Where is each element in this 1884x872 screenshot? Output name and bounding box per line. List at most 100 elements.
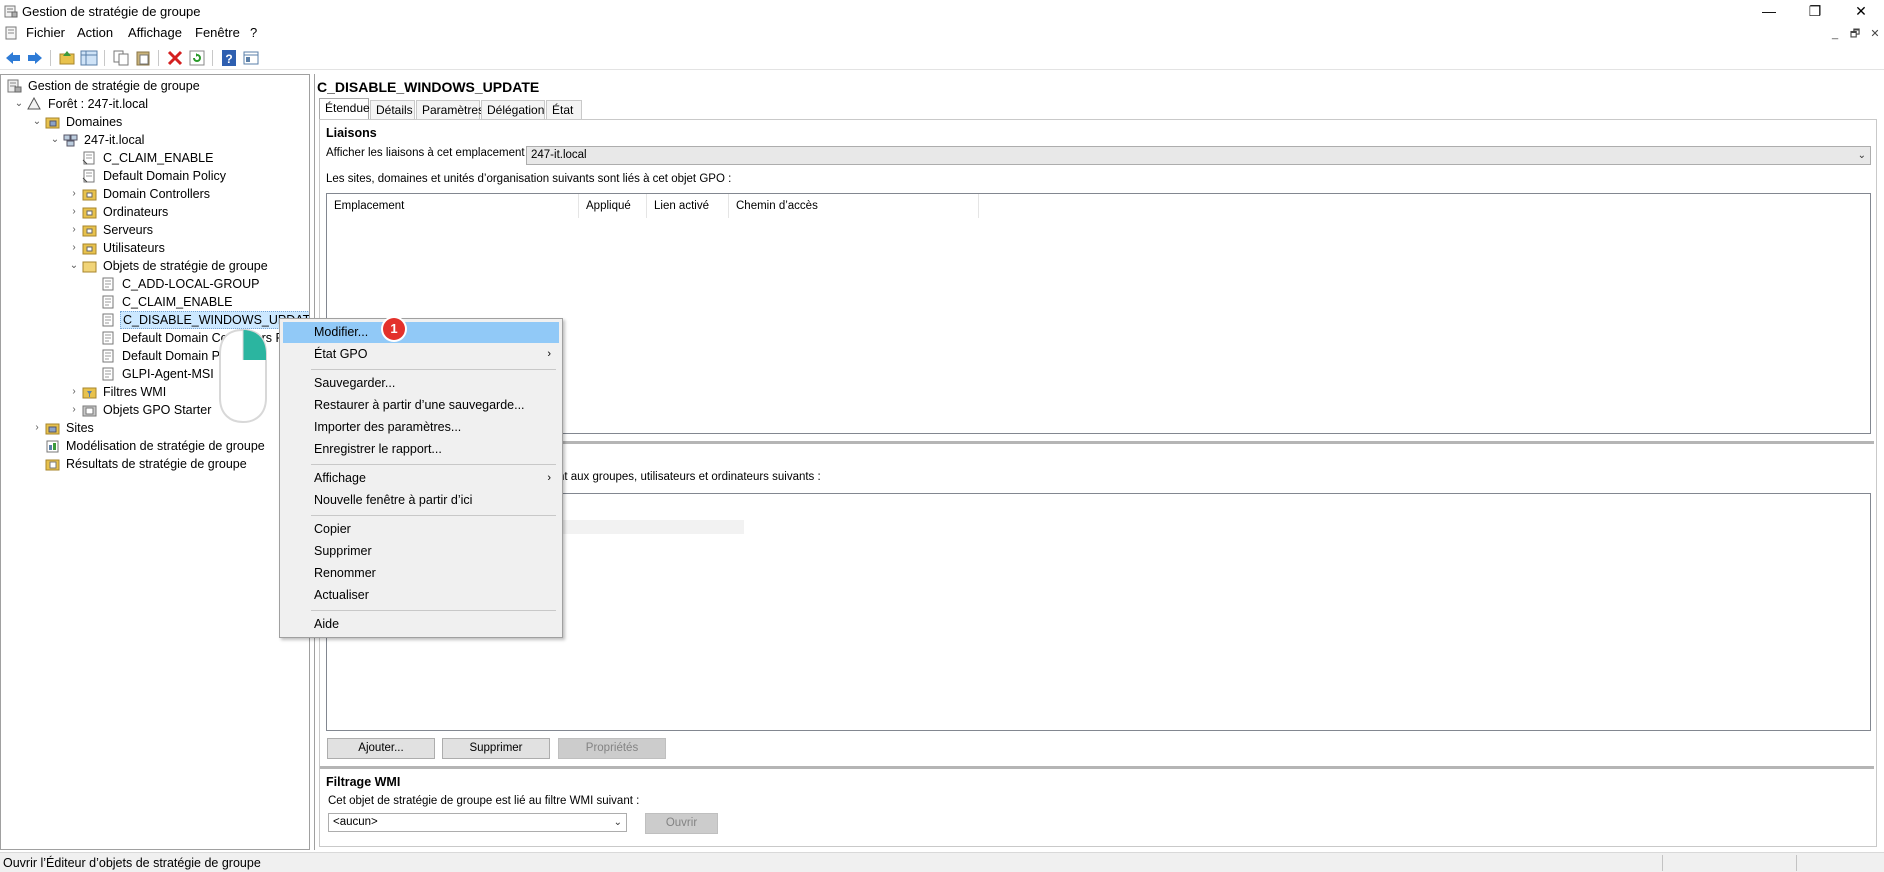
- context-menu-item[interactable]: Actualiser: [283, 585, 559, 606]
- gpo-link-icon: [82, 169, 95, 183]
- tab-details[interactable]: Détails: [370, 100, 415, 120]
- expand-arrow-icon[interactable]: ›: [68, 185, 80, 203]
- tree-label: Objets de stratégie de groupe: [103, 259, 268, 273]
- context-menu-item[interactable]: Modifier...: [283, 322, 559, 343]
- context-menu-item[interactable]: État GPO ›: [283, 344, 559, 365]
- context-menu-item-label: Copier: [314, 522, 351, 536]
- back-icon[interactable]: [4, 49, 22, 67]
- links-location-select[interactable]: 247-it.local ⌄: [526, 146, 1871, 165]
- expand-arrow-icon[interactable]: ›: [31, 419, 43, 437]
- context-menu-item[interactable]: Affichage ›: [283, 468, 559, 489]
- tree-label: Résultats de stratégie de groupe: [66, 457, 247, 471]
- column-header-lien-active[interactable]: Lien activé: [647, 194, 729, 218]
- mmc-document-icon[interactable]: [4, 26, 18, 40]
- context-menu-item[interactable]: Restaurer à partir d’une sauvegarde...: [283, 395, 559, 416]
- column-header-chemin[interactable]: Chemin d’accès: [729, 194, 979, 218]
- toolbar-separator: [50, 50, 51, 66]
- collapse-arrow-icon[interactable]: ⌄: [31, 113, 43, 131]
- minimize-button[interactable]: —: [1746, 0, 1792, 22]
- gpo-folder-icon: [82, 261, 97, 273]
- show-hide-tree-icon[interactable]: [80, 49, 98, 67]
- wmi-filter-select[interactable]: <aucun> ⌄: [328, 813, 627, 832]
- context-menu-separator: [311, 464, 556, 465]
- expand-arrow-icon[interactable]: ›: [68, 239, 80, 257]
- context-menu-item[interactable]: Supprimer: [283, 541, 559, 562]
- list-item[interactable]: [562, 520, 744, 534]
- context-menu-item[interactable]: Enregistrer le rapport...: [283, 439, 559, 460]
- context-menu-item[interactable]: Copier: [283, 519, 559, 540]
- console-tree[interactable]: Gestion de stratégie de groupe ⌄ Forêt :…: [0, 74, 310, 850]
- mdi-restore-button[interactable]: 🗗: [1846, 26, 1864, 42]
- column-header-applique[interactable]: Appliqué: [579, 194, 647, 218]
- tree-label: Serveurs: [103, 223, 154, 237]
- mdi-close-button[interactable]: ✕: [1866, 26, 1884, 42]
- up-folder-icon[interactable]: [58, 49, 76, 67]
- menu-affichage[interactable]: Affichage: [128, 25, 182, 40]
- collapse-arrow-icon[interactable]: ⌄: [68, 257, 80, 275]
- help-icon[interactable]: ?: [220, 49, 238, 67]
- step-badge: 1: [383, 318, 405, 340]
- context-menu-item-label: Modifier...: [314, 325, 369, 339]
- add-button[interactable]: Ajouter...: [327, 738, 435, 759]
- properties-button[interactable]: Propriétés: [558, 738, 666, 759]
- links-location-value: 247-it.local: [531, 149, 587, 161]
- context-menu-item-label: Nouvelle fenêtre à partir d’ici: [314, 493, 473, 507]
- refresh-icon[interactable]: [188, 49, 206, 67]
- expand-arrow-icon[interactable]: ›: [68, 401, 80, 419]
- collapse-arrow-icon[interactable]: ⌄: [49, 131, 61, 149]
- close-button[interactable]: ✕: [1838, 0, 1884, 22]
- section-splitter[interactable]: [320, 766, 1874, 769]
- domain-icon: [63, 134, 78, 147]
- tree-label: Forêt : 247-it.local: [48, 97, 149, 111]
- expand-arrow-icon[interactable]: ›: [68, 221, 80, 239]
- remove-button[interactable]: Supprimer: [442, 738, 550, 759]
- status-divider: [1662, 855, 1663, 871]
- ou-folder-icon: [82, 243, 97, 255]
- collapse-arrow-icon[interactable]: ⌄: [13, 95, 25, 113]
- context-menu-item-label: Enregistrer le rapport...: [314, 442, 442, 456]
- menu-bar: Fichier Action Affichage Fenêtre ?: [0, 23, 1884, 43]
- mdi-minimize-button[interactable]: _: [1826, 26, 1844, 42]
- toolbar-separator: [212, 50, 213, 66]
- menu-help[interactable]: ?: [250, 25, 257, 40]
- paste-icon[interactable]: [134, 49, 152, 67]
- chevron-down-icon: ⌄: [1857, 150, 1866, 161]
- properties-icon[interactable]: [242, 49, 260, 67]
- tab-etendue[interactable]: Étendue: [319, 98, 370, 120]
- context-menu: Modifier... État GPO › Sauvegarder... Restau…: [279, 318, 563, 638]
- wmi-folder-icon: [82, 387, 97, 399]
- context-menu-item[interactable]: Importer des paramètres...: [283, 417, 559, 438]
- context-menu-item[interactable]: Renommer: [283, 563, 559, 584]
- menu-action[interactable]: Action: [77, 25, 113, 40]
- status-text: Ouvrir l’Éditeur d’objets de stratégie d…: [3, 856, 261, 870]
- menu-fenetre[interactable]: Fenêtre: [195, 25, 240, 40]
- forward-icon[interactable]: [26, 49, 44, 67]
- ou-folder-icon: [82, 225, 97, 237]
- tree-label: Sites: [66, 421, 94, 435]
- copy-icon[interactable]: [112, 49, 130, 67]
- tree-label: Modélisation de stratégie de groupe: [66, 439, 265, 453]
- links-section-title: Liaisons: [326, 126, 377, 140]
- tree-label: C_CLAIM_ENABLE: [103, 151, 214, 165]
- domains-folder-icon: [45, 117, 60, 129]
- tab-parametres[interactable]: Paramètres: [416, 100, 484, 120]
- context-menu-item[interactable]: Aide: [283, 614, 559, 635]
- context-menu-item-label: Restaurer à partir d’une sauvegarde...: [314, 398, 525, 412]
- open-button[interactable]: Ouvrir: [645, 813, 718, 834]
- tab-delegation[interactable]: Délégation: [481, 100, 545, 120]
- tab-etat[interactable]: État: [546, 100, 582, 120]
- delete-icon[interactable]: [166, 49, 184, 67]
- tree-label: C_CLAIM_ENABLE: [122, 295, 233, 309]
- context-menu-item[interactable]: Nouvelle fenêtre à partir d’ici: [283, 490, 559, 511]
- expand-arrow-icon[interactable]: ›: [68, 383, 80, 401]
- context-menu-item-label: Sauvegarder...: [314, 376, 396, 390]
- security-description: ment aux groupes, utilisateurs et ordina…: [542, 471, 821, 483]
- maximize-button[interactable]: ❐: [1792, 0, 1838, 22]
- menu-fichier[interactable]: Fichier: [26, 25, 65, 40]
- tree-label: Objets GPO Starter: [103, 403, 212, 417]
- expand-arrow-icon[interactable]: ›: [68, 203, 80, 221]
- tree-label: Domaines: [66, 115, 123, 129]
- context-menu-item[interactable]: Sauvegarder...: [283, 373, 559, 394]
- column-header-emplacement[interactable]: Emplacement: [327, 194, 579, 218]
- gpo-icon: [102, 295, 114, 309]
